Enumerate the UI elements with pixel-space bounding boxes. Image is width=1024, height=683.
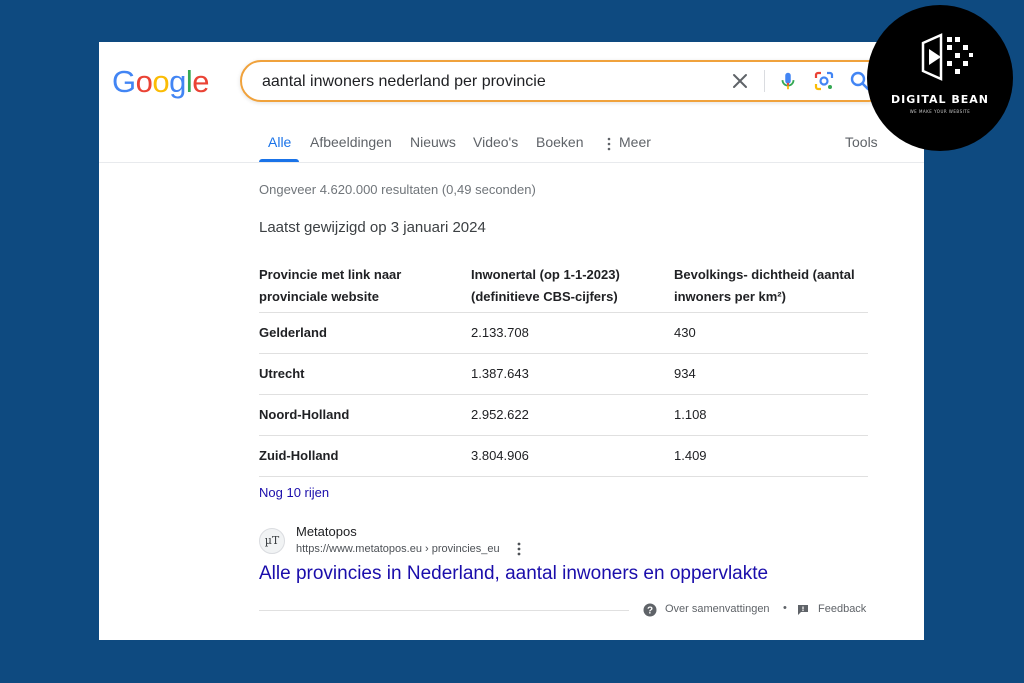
logo-letter: e <box>192 64 210 99</box>
help-icon[interactable]: ? <box>643 603 657 617</box>
cell-population: 3.804.906 <box>471 448 529 463</box>
site-url[interactable]: https://www.metatopos.eu › provincies_eu <box>296 543 500 555</box>
search-input[interactable]: aantal inwoners nederland per provincie <box>262 73 546 91</box>
more-vert-icon <box>607 137 611 151</box>
logo-letter: g <box>169 64 186 99</box>
cell-population: 2.133.708 <box>471 325 529 340</box>
about-snippets-link[interactable]: Over samenvattingen <box>665 603 770 615</box>
table-row: Noord-Holland 2.952.622 1.108 <box>259 395 868 436</box>
column-header-population: Inwonertal (op 1-1-2023) (definitieve CB… <box>471 267 620 304</box>
cell-density: 430 <box>674 325 696 340</box>
badge-subtitle: WE MAKE YOUR WEBSITE <box>909 109 971 114</box>
search-results-card: Google aantal inwoners nederland per pro… <box>99 42 924 640</box>
tab-nieuws[interactable]: Nieuws <box>410 134 456 150</box>
result-stats: Ongeveer 4.620.000 resultaten (0,49 seco… <box>259 182 536 197</box>
tab-meer[interactable]: Meer <box>619 134 651 150</box>
search-tabs: Alle Afbeeldingen Nieuws Video's Boeken … <box>99 126 924 163</box>
tab-videos[interactable]: Video's <box>473 134 518 150</box>
logo-letter: o <box>135 64 153 99</box>
table-row: Gelderland 2.133.708 430 <box>259 313 868 354</box>
microphone-icon[interactable] <box>777 68 799 94</box>
more-rows-link[interactable]: Nog 10 rijen <box>259 485 329 500</box>
logo-letter: G <box>112 64 136 99</box>
footer-divider <box>259 610 629 611</box>
result-title-link[interactable]: Alle provincies in Nederland, aantal inw… <box>259 563 768 585</box>
cell-province: Zuid-Holland <box>259 448 339 463</box>
cell-density: 1.409 <box>674 448 707 463</box>
cell-province: Noord-Holland <box>259 407 350 422</box>
tab-boeken[interactable]: Boeken <box>536 134 583 150</box>
feedback-icon[interactable] <box>797 604 809 616</box>
last-modified: Laatst gewijzigd op 3 januari 2024 <box>259 219 486 236</box>
tools-button[interactable]: Tools <box>845 134 878 150</box>
logo-letter: o <box>152 64 170 99</box>
tab-alle[interactable]: Alle <box>268 134 291 150</box>
svg-text:?: ? <box>647 606 653 617</box>
footer-separator: • <box>783 602 787 614</box>
column-header-density: Bevolkings- dichtheid (aantal inwoners p… <box>674 267 855 304</box>
feedback-link[interactable]: Feedback <box>818 603 866 615</box>
digital-bean-logo-icon <box>921 33 973 81</box>
table-header: Provincie met link naar provinciale webs… <box>259 260 868 313</box>
cell-population: 2.952.622 <box>471 407 529 422</box>
site-favicon: µT <box>259 528 285 554</box>
clear-icon[interactable] <box>728 68 752 94</box>
cell-density: 934 <box>674 366 696 381</box>
column-header-province: Provincie met link naar provinciale webs… <box>259 267 402 304</box>
google-logo[interactable]: Google <box>112 64 210 100</box>
tab-afbeeldingen[interactable]: Afbeeldingen <box>310 134 392 150</box>
badge-title: DIGITAL BEAN <box>891 93 989 106</box>
cell-population: 1.387.643 <box>471 366 529 381</box>
cell-province: Gelderland <box>259 325 327 340</box>
search-divider <box>764 70 765 92</box>
featured-snippet-table: Provincie met link naar provinciale webs… <box>259 260 868 477</box>
digital-bean-badge: DIGITAL BEAN WE MAKE YOUR WEBSITE <box>867 5 1013 151</box>
search-bar[interactable]: aantal inwoners nederland per provincie <box>240 60 890 102</box>
site-name[interactable]: Metatopos <box>296 524 357 539</box>
table-row: Utrecht 1.387.643 934 <box>259 354 868 395</box>
cell-province: Utrecht <box>259 366 305 381</box>
google-lens-icon[interactable] <box>812 68 836 94</box>
cell-density: 1.108 <box>674 407 707 422</box>
active-tab-indicator <box>259 159 299 162</box>
more-options-icon[interactable] <box>514 541 524 557</box>
table-row: Zuid-Holland 3.804.906 1.409 <box>259 436 868 477</box>
